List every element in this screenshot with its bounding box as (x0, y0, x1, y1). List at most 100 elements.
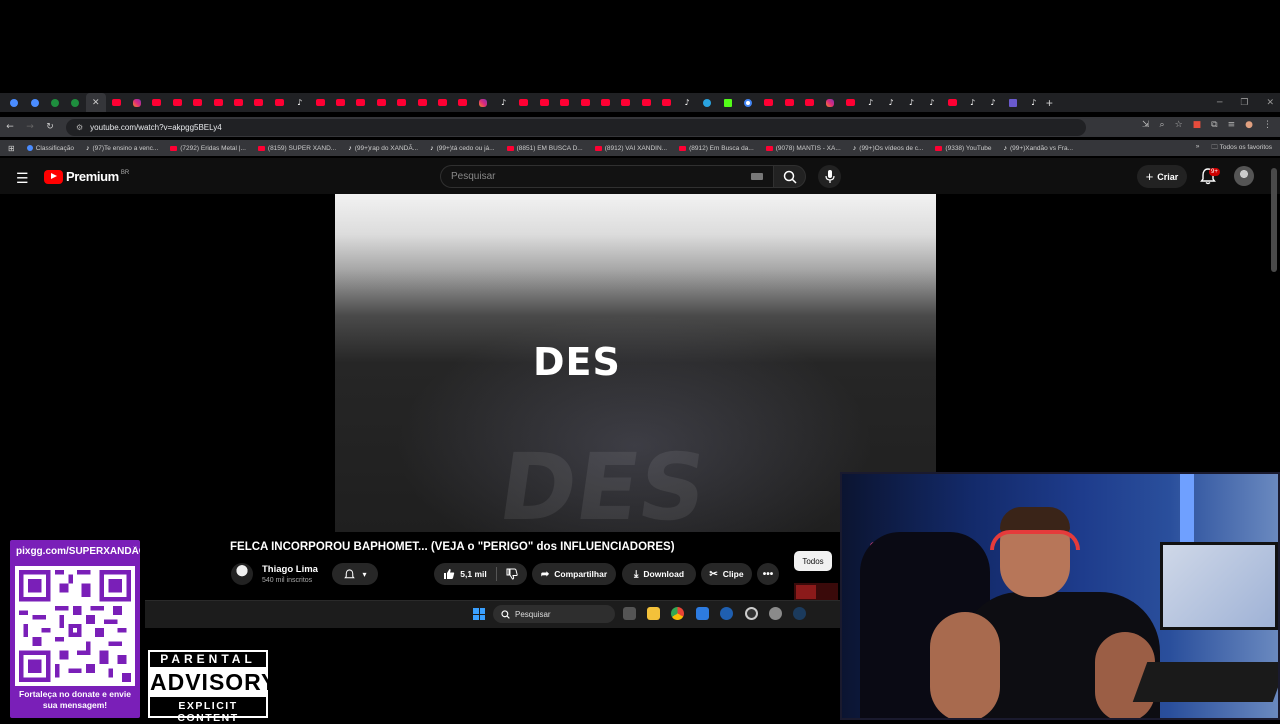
browser-tab[interactable]: ♪ (881, 93, 901, 112)
forward-icon[interactable]: → (20, 122, 40, 132)
all-bookmarks-folder[interactable]: 🗀 Todos os favoritos (1211, 143, 1272, 154)
more-actions-button[interactable]: ••• (757, 563, 779, 585)
maximize-icon[interactable]: ❐ (1240, 98, 1248, 108)
browser-tab[interactable] (799, 93, 819, 112)
browser-tab[interactable] (758, 93, 778, 112)
task-view-icon[interactable] (623, 607, 636, 620)
back-icon[interactable]: ← (0, 122, 20, 132)
clip-button[interactable]: ✂ Clipe (701, 563, 752, 585)
steam-icon[interactable] (793, 607, 806, 620)
bookmark-item[interactable]: ♪ (99+)tá cedo ou já... (430, 145, 495, 152)
share-button[interactable]: ➦ Compartilhar (532, 563, 616, 585)
browser-tab[interactable] (779, 93, 799, 112)
page-scrollbar[interactable] (1271, 168, 1277, 272)
app-obs-icon[interactable] (745, 607, 758, 620)
browser-tab[interactable]: ♪ (1024, 93, 1044, 112)
browser-tab[interactable] (249, 93, 269, 112)
extensions-icon[interactable]: ⧉ (1211, 120, 1217, 130)
browser-tab[interactable] (24, 93, 44, 112)
browser-tab[interactable] (840, 93, 860, 112)
bookmark-item[interactable]: (8912) VAI XANDIN... (594, 145, 667, 152)
recommended-thumbnail[interactable] (794, 583, 838, 601)
browser-tab[interactable] (147, 93, 167, 112)
url-input[interactable]: ⚙ youtube.com/watch?v=akpgg5BELy4 (66, 118, 1086, 136)
browser-tab[interactable]: ♪ (493, 93, 513, 112)
thumbs-down-icon[interactable] (506, 568, 518, 580)
browser-tab[interactable] (432, 93, 452, 112)
bookmark-item[interactable]: (8851) EM BUSCA D... (506, 145, 583, 152)
browser-tab[interactable]: ♪ (922, 93, 942, 112)
hamburger-menu-icon[interactable]: ☰ (16, 170, 29, 187)
create-button[interactable]: + Criar (1137, 165, 1187, 188)
app-network-icon[interactable] (720, 607, 733, 620)
browser-tab[interactable] (228, 93, 248, 112)
browser-tab[interactable] (351, 93, 371, 112)
browser-tab[interactable] (820, 93, 840, 112)
app-blue-icon[interactable] (696, 607, 709, 620)
site-info-icon[interactable]: ⚙ (76, 123, 83, 132)
browser-tab[interactable] (45, 93, 65, 112)
more-bookmarks-icon[interactable]: » (1196, 143, 1200, 154)
chrome-icon[interactable] (671, 607, 684, 620)
browser-tab[interactable] (555, 93, 575, 112)
browser-tab[interactable] (106, 93, 126, 112)
browser-tab[interactable] (718, 93, 738, 112)
download-button[interactable]: ⤓ Download (622, 563, 696, 585)
youtube-premium-logo[interactable]: Premium BR (44, 169, 129, 184)
browser-tab[interactable]: ♪ (289, 93, 309, 112)
bookmark-item[interactable]: Classificação (26, 145, 74, 152)
minimize-icon[interactable]: ─ (1217, 98, 1222, 108)
browser-tab[interactable] (188, 93, 208, 112)
apps-icon[interactable]: ⊞ (8, 144, 15, 153)
browser-tab[interactable] (942, 93, 962, 112)
browser-tab[interactable] (269, 93, 289, 112)
star-icon[interactable]: ☆ (1175, 120, 1183, 130)
browser-tab[interactable]: ♪ (860, 93, 880, 112)
browser-tab[interactable] (473, 93, 493, 112)
voice-search-button[interactable] (818, 165, 841, 188)
browser-tab[interactable]: ✕ (85, 93, 106, 112)
bookmark-item[interactable]: ♪ (99+)Os vídeos de c... (853, 145, 924, 152)
bookmark-item[interactable]: (9338) YouTube (935, 145, 991, 152)
extension-red-icon[interactable]: ■ (1193, 120, 1202, 130)
browser-tab[interactable] (412, 93, 432, 112)
browser-tab[interactable] (4, 93, 24, 112)
browser-tab[interactable] (208, 93, 228, 112)
new-tab-icon[interactable]: + (1046, 96, 1053, 110)
reload-icon[interactable]: ↻ (40, 122, 60, 132)
bookmark-item[interactable]: ♪ (99+)Xandão vs Fra... (1003, 145, 1073, 152)
filter-chip-all[interactable]: Todos (794, 551, 832, 571)
search-button[interactable] (773, 165, 806, 188)
profile-icon[interactable]: ● (1245, 120, 1253, 130)
browser-tab[interactable] (514, 93, 534, 112)
zoom-icon[interactable]: ⌕ (1160, 120, 1165, 130)
file-explorer-icon[interactable] (647, 607, 660, 620)
browser-tab[interactable] (391, 93, 411, 112)
bookmark-item[interactable]: (9078) MANTIS - XA... (765, 145, 841, 152)
settings-icon[interactable] (769, 607, 782, 620)
bookmark-item[interactable]: (7292) Eridas Metal |... (170, 145, 246, 152)
subscribed-button[interactable]: ▾ (332, 563, 378, 585)
keyboard-icon[interactable] (751, 173, 763, 180)
taskbar-search[interactable]: Pesquisar (493, 605, 615, 623)
browser-tab[interactable] (167, 93, 187, 112)
browser-tab[interactable] (534, 93, 554, 112)
tab-search-icon[interactable]: ≡ (1228, 120, 1236, 130)
browser-tab[interactable] (738, 93, 758, 112)
browser-tab[interactable] (1003, 93, 1023, 112)
browser-tab[interactable] (616, 93, 636, 112)
bookmark-item[interactable]: ♪ (97)Te ensino a venc... (86, 145, 158, 152)
browser-tab[interactable] (330, 93, 350, 112)
install-icon[interactable]: ⇲ (1142, 120, 1150, 130)
browser-tab[interactable]: ♪ (962, 93, 982, 112)
browser-tab[interactable] (310, 93, 330, 112)
channel-avatar[interactable] (231, 563, 253, 585)
windows-start-icon[interactable] (473, 608, 485, 620)
close-window-icon[interactable]: ✕ (1266, 98, 1274, 108)
browser-tab[interactable]: ♪ (677, 93, 697, 112)
browser-tab[interactable]: ♪ (983, 93, 1003, 112)
browser-tab[interactable] (636, 93, 656, 112)
menu-icon[interactable]: ⋮ (1263, 120, 1272, 130)
browser-tab[interactable] (371, 93, 391, 112)
browser-tab[interactable] (657, 93, 677, 112)
